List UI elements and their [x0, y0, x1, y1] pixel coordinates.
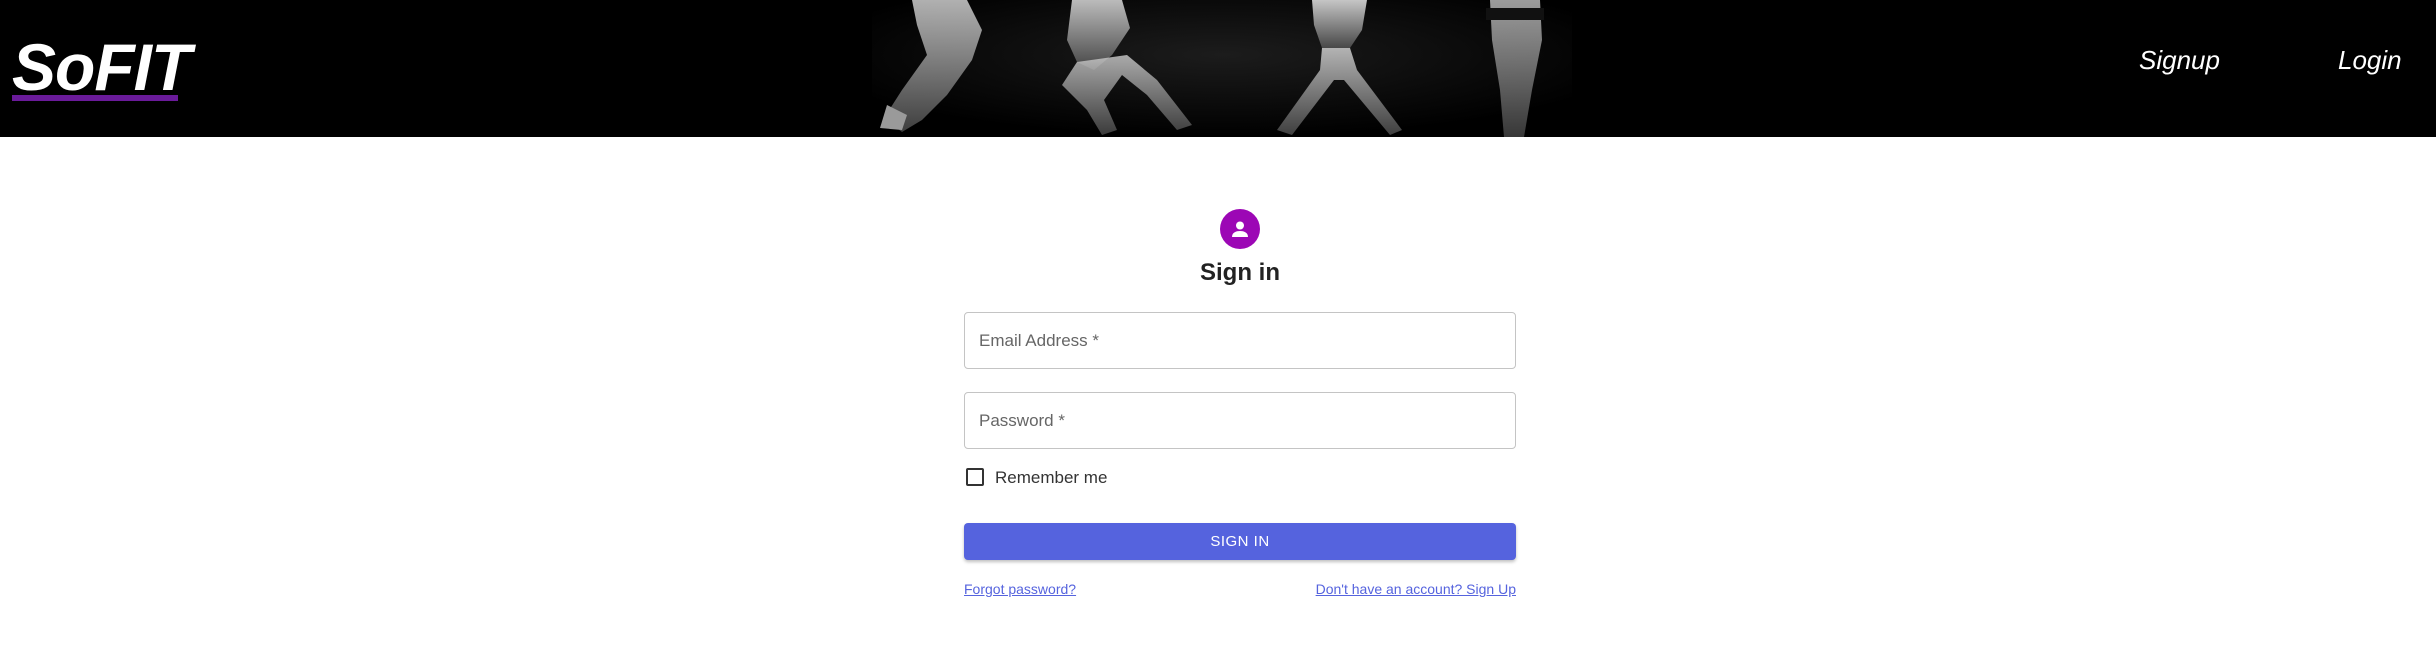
email-input[interactable]: [965, 313, 1515, 368]
page-title: Sign in: [1200, 259, 1280, 286]
site-header: SoFIT Signup Login: [0, 0, 2436, 137]
remember-me-checkbox[interactable]: [966, 468, 984, 486]
forgot-password-link[interactable]: Forgot password?: [964, 580, 1076, 598]
brand-underline: [12, 95, 178, 101]
password-field[interactable]: [964, 392, 1516, 449]
nav-signup-link[interactable]: Signup: [2139, 44, 2220, 76]
email-field[interactable]: [964, 312, 1516, 369]
brand-logo[interactable]: SoFIT: [12, 34, 191, 100]
nav-login-link[interactable]: Login: [2338, 44, 2402, 76]
sign-up-link[interactable]: Don't have an account? Sign Up: [1316, 580, 1516, 598]
person-icon: [1220, 209, 1260, 249]
fitness-hero-image: [872, 0, 1572, 137]
remember-me-label[interactable]: Remember me: [995, 467, 1107, 489]
sign-in-button[interactable]: SIGN IN: [964, 523, 1516, 560]
remember-me[interactable]: Remember me: [964, 466, 1164, 490]
password-input[interactable]: [965, 393, 1515, 448]
